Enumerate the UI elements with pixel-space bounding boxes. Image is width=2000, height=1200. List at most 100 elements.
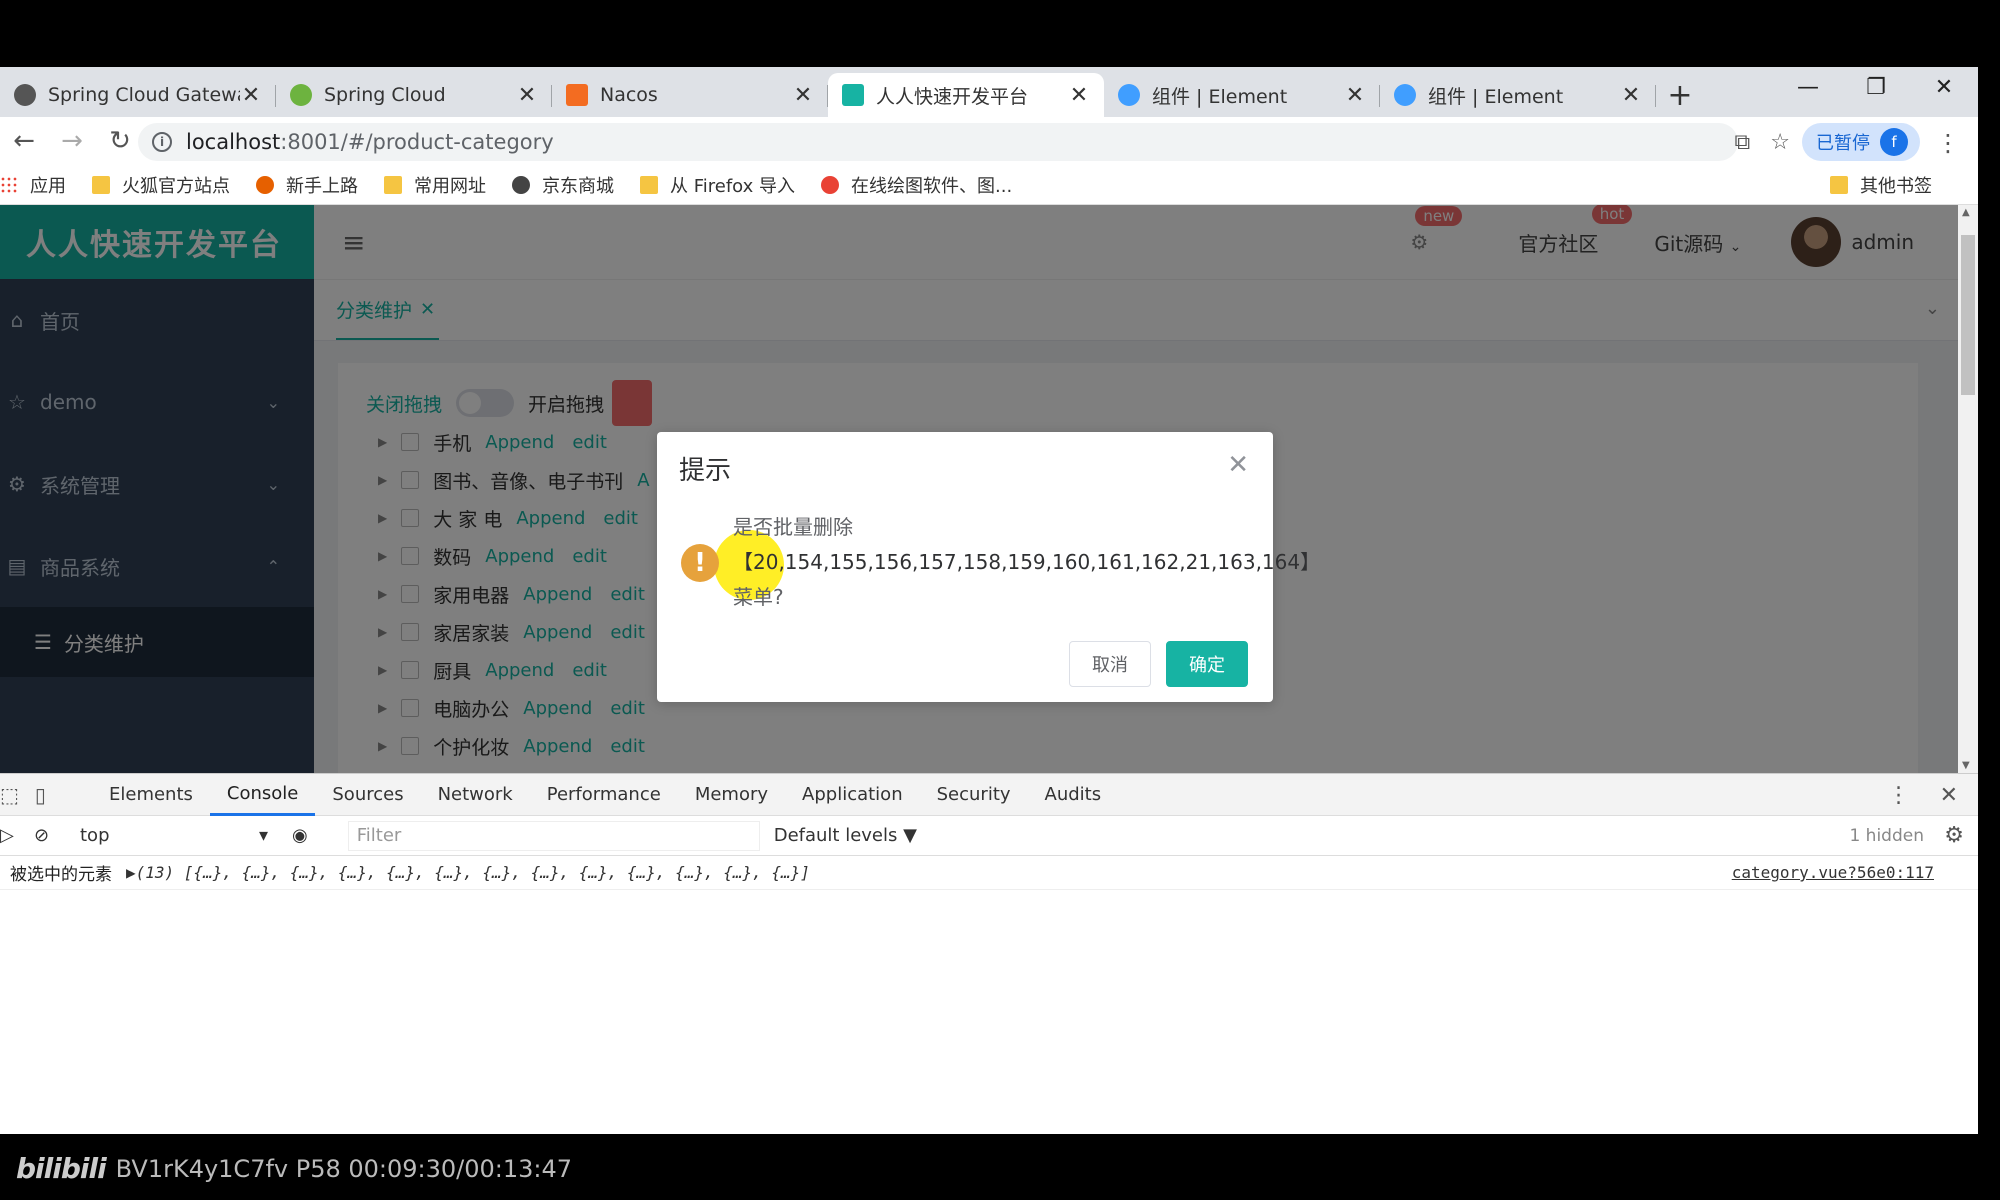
context-select[interactable]: top ▾ [80,825,276,846]
close-icon[interactable]: ✕ [1227,450,1249,480]
log-array[interactable]: ▶(13) [{…}, {…}, {…}, {…}, {…}, {…}, {…}… [126,863,810,882]
close-icon[interactable]: ✕ [1620,83,1642,108]
url-host: localhost [186,130,281,154]
renren-favicon-icon [842,84,864,106]
sidebar-toggle-icon[interactable]: ▷ [0,825,14,846]
folder-icon [384,175,402,194]
new-tab-icon[interactable]: + [1656,73,1704,117]
close-window-icon[interactable]: ✕ [1910,67,1978,107]
bookmark-item[interactable]: 京东商城 [512,172,614,198]
filter-input[interactable]: Filter [347,820,760,851]
dialog-message-ids: 【20,154,155,156,157,158,159,160,161,162,… [733,550,1321,574]
url-path: :8001/#/product-category [280,130,554,154]
confirm-button[interactable]: 确定 [1166,641,1248,687]
dialog-message-line: 菜单? [733,585,784,609]
element-favicon-icon [1394,84,1416,106]
log-levels-dropdown[interactable]: Default levels ▼ [774,825,917,846]
bookmark-item[interactable]: 新手上路 [256,172,358,198]
browser-tab[interactable]: 组件 | Element ✕ [1104,73,1380,117]
tab-title: Spring Cloud Gateway [48,84,240,106]
devtools-tab-application[interactable]: Application [785,774,920,816]
bookmark-item[interactable]: 从 Firefox 导入 [640,172,795,198]
devtools-menu-icon[interactable]: ⋮ [1888,783,1910,808]
hidden-count: 1 hidden [1849,825,1924,846]
dialog-title: 提示 [679,456,732,486]
address-bar[interactable]: i localhost:8001/#/product-category [138,123,1738,161]
tab-title: Nacos [600,84,658,106]
browser-tab[interactable]: 组件 | Element ✕ [1380,73,1656,117]
video-watermark: bilibili BV1rK4y1C7fv P58 00:09:30/00:13… [16,1152,572,1185]
close-icon[interactable]: ✕ [1068,83,1090,108]
browser-tab-active[interactable]: 人人快速开发平台 ✕ [828,73,1104,117]
devtools-tab-security[interactable]: Security [920,774,1028,816]
log-source-link[interactable]: category.vue?56e0:117 [1732,863,1934,882]
browser-tab[interactable]: Spring Cloud ✕ [276,73,552,117]
video-info: BV1rK4y1C7fv P58 00:09:30/00:13:47 [115,1154,573,1183]
devtools-tab-sources[interactable]: Sources [315,774,420,816]
translate-icon[interactable]: ⧉ [1735,130,1751,155]
device-toolbar-icon[interactable]: ▯ [35,783,46,807]
devtools-tab-network[interactable]: Network [421,774,530,816]
bookmark-item[interactable]: 在线绘图软件、图... [821,172,1012,198]
menu-kebab-icon[interactable]: ⋮ [1936,129,1960,157]
scrollbar-thumb[interactable] [1961,235,1975,395]
page-scrollbar[interactable]: ▲ ▼ [1958,205,1978,773]
bookmark-label: 火狐官方站点 [122,175,230,197]
devtools-tab-elements[interactable]: Elements [92,774,210,816]
reload-icon[interactable]: ↻ [96,126,144,156]
firefox-icon [256,175,274,194]
confirm-dialog: 提示 ✕ ! 是否批量删除 【20,154,155,156,157,158,15… [657,432,1321,702]
bookmark-label: 其他书签 [1860,176,1932,197]
devtools-tabs: ⬚ ▯ Elements Console Sources Network Perform… [0,774,1978,816]
bookmark-apps[interactable]: 应用 [0,172,66,198]
forward-icon[interactable]: → [48,126,96,156]
close-icon[interactable]: ✕ [792,83,814,108]
log-label: 被选中的元素 [10,865,112,885]
close-icon[interactable]: ✕ [240,83,262,108]
browser-tab[interactable]: Spring Cloud Gateway ✕ [0,73,276,117]
element-favicon-icon [1118,84,1140,106]
scroll-down-icon[interactable]: ▼ [1962,760,1970,771]
gear-icon[interactable]: ⚙ [1944,823,1964,848]
clear-console-icon[interactable]: ⊘ [34,825,49,846]
devtools-tab-performance[interactable]: Performance [530,774,678,816]
video-letterbox-right [1978,67,2000,1134]
close-icon[interactable]: ✕ [1940,783,1958,808]
bookmark-label: 在线绘图软件、图... [851,175,1013,197]
back-icon[interactable]: ← [0,126,48,156]
browser-tab[interactable]: Nacos ✕ [552,73,828,117]
devtools-tab-memory[interactable]: Memory [678,774,785,816]
tab-title: 人人快速开发平台 [876,85,1029,108]
bookmark-item[interactable]: 火狐官方站点 [92,172,230,198]
bilibili-logo-icon: bilibili [16,1152,107,1185]
other-bookmarks[interactable]: 其他书签 [1830,165,1932,205]
profile-button[interactable]: 已暂停 f [1802,123,1920,161]
info-icon[interactable]: i [152,132,172,152]
context-value: top [80,825,110,846]
eye-icon[interactable]: ◉ [292,825,308,846]
devtools-tab-audits[interactable]: Audits [1028,774,1119,816]
console-log-row: 被选中的元素 ▶(13) [{…}, {…}, {…}, {…}, {…}, {… [0,856,1978,890]
restore-icon[interactable]: ❐ [1842,67,1910,107]
cancel-button[interactable]: 取消 [1069,641,1151,687]
minimize-icon[interactable]: — [1774,67,1842,107]
close-icon[interactable]: ✕ [516,83,538,108]
inspect-icon[interactable]: ⬚ [0,783,19,807]
filter-placeholder: Filter [356,825,402,846]
bookmark-star-icon[interactable]: ☆ [1770,130,1790,155]
dialog-message-line: 是否批量删除 [733,515,853,539]
bookmark-item[interactable]: 常用网址 [384,172,486,198]
folder-icon [1830,176,1848,194]
tab-title: Spring Cloud [324,84,446,106]
browser-window: Spring Cloud Gateway ✕ Spring Cloud ✕ Na… [0,67,1978,1134]
folder-icon [640,175,658,194]
drawing-app-icon [821,175,840,194]
devtools-tab-console[interactable]: Console [209,774,316,816]
scroll-up-icon[interactable]: ▲ [1962,207,1970,218]
tab-title: 组件 | Element [1152,85,1288,108]
bookmark-label: 新手上路 [286,175,358,197]
close-icon[interactable]: ✕ [1344,83,1366,108]
profile-avatar: f [1880,128,1908,156]
spring-favicon-icon [290,84,312,106]
apps-grid-icon [0,175,18,194]
